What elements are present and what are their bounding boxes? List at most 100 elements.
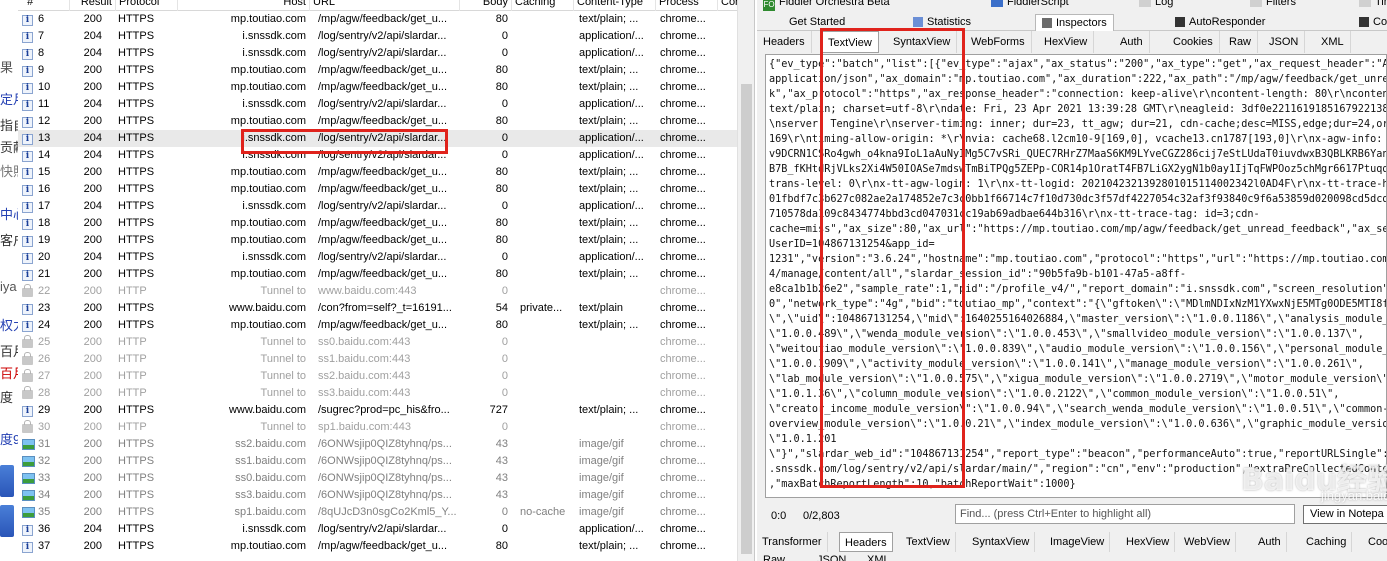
- session-row[interactable]: 32 200 HTTPS ss1.baidu.com/6ONWsjip0QIZ8tyh…: [18, 453, 754, 470]
- response-tab[interactable]: JSON: [817, 554, 846, 561]
- session-row[interactable]: i 15 200 HTTPS mp.toutiao.com/mp/agw/feedbac…: [18, 164, 754, 181]
- session-row[interactable]: i 17 204 HTTPS i.snssdk.com/log/sentry/v2/ap…: [18, 198, 754, 215]
- session-row[interactable]: 27 200 HTTP Tunnel to ss2.baidu.com:443 0 chro…: [18, 368, 754, 385]
- session-row[interactable]: 34 200 HTTPS ss3.baidu.com/6ONWsjip0QIZ8tyh…: [18, 487, 754, 504]
- request-tab[interactable]: Headers: [757, 31, 812, 53]
- body-text-line: 0","network_type":"4g","bid":"toutiao_mp…: [769, 299, 1387, 310]
- scrollbar-thumb[interactable]: [741, 84, 752, 554]
- info-icon: i: [22, 317, 36, 334]
- request-tab[interactable]: Auth: [1114, 31, 1150, 53]
- request-tab[interactable]: XML: [1315, 31, 1351, 53]
- request-tab[interactable]: TextView: [821, 31, 879, 53]
- session-content-type: text/plain; ...: [579, 404, 639, 416]
- session-row[interactable]: i 7 204 HTTPS i.snssdk.com/log/sentry/v2/api…: [18, 28, 754, 45]
- response-tab[interactable]: Auth: [1253, 532, 1287, 552]
- session-url: /8qUJcD3n0sgCo2Kml5_Y...: [318, 506, 457, 518]
- session-result: 200: [83, 64, 102, 76]
- response-tab[interactable]: Headers: [839, 532, 893, 552]
- response-tab[interactable]: SyntaxView: [967, 532, 1036, 552]
- session-row[interactable]: i 24 200 HTTPS mp.toutiao.com/mp/agw/feedbac…: [18, 317, 754, 334]
- session-num: 15: [38, 166, 51, 178]
- body-text-line: 710578da109c8434774bbd3cd047031cc19ab69a…: [769, 209, 1260, 220]
- col-header-caching[interactable]: Caching: [512, 0, 574, 11]
- session-row[interactable]: i 11 204 HTTPS i.snssdk.com/log/sentry/v2/ap…: [18, 96, 754, 113]
- session-content-type: [579, 368, 657, 385]
- session-row[interactable]: 35 200 HTTPS sp1.baidu.com/8qUJcD3n0sgCo2Km…: [18, 504, 754, 521]
- col-header-process[interactable]: Process: [656, 0, 718, 11]
- session-result: 200: [83, 81, 102, 93]
- session-url: /log/sentry/v2/api/slardar...: [318, 132, 447, 144]
- session-row[interactable]: i 9 200 HTTPS mp.toutiao.com/mp/agw/feedback…: [18, 62, 754, 79]
- request-tab[interactable]: Raw: [1223, 31, 1259, 53]
- sessions-scrollbar[interactable]: [737, 0, 754, 561]
- session-row[interactable]: i 23 200 HTTPS www.baidu.com/con?from=self?_…: [18, 300, 754, 317]
- info-icon: i: [22, 521, 36, 538]
- main-tab[interactable]: Get Started: [783, 14, 851, 31]
- response-tab[interactable]: Transformer: [757, 532, 828, 552]
- col-header-protocol[interactable]: Protocol: [116, 0, 178, 11]
- session-url: /mp/agw/feedback/get_u...: [318, 115, 448, 127]
- session-row[interactable]: 26 200 HTTP Tunnel to ss1.baidu.com:443 0 chro…: [18, 351, 754, 368]
- col-header-content-type[interactable]: Content-Type: [574, 0, 656, 11]
- find-input[interactable]: Find... (press Ctrl+Enter to highlight a…: [955, 504, 1295, 524]
- session-row[interactable]: i 21 200 HTTPS mp.toutiao.com/mp/agw/feedbac…: [18, 266, 754, 283]
- response-tab[interactable]: WebView: [1179, 532, 1237, 552]
- session-row[interactable]: i 14 204 HTTPS i.snssdk.com/log/sentry/v2/ap…: [18, 147, 754, 164]
- session-row[interactable]: i 19 200 HTTPS mp.toutiao.com/mp/agw/feedbac…: [18, 232, 754, 249]
- session-caching: [520, 521, 576, 538]
- session-row[interactable]: i 12 200 HTTPS mp.toutiao.com/mp/agw/feedbac…: [18, 113, 754, 130]
- session-row[interactable]: i 37 200 HTTPS mp.toutiao.com/mp/agw/feedbac…: [18, 538, 754, 555]
- main-tab[interactable]: Inspectors: [1035, 14, 1114, 31]
- session-caching: [520, 45, 576, 62]
- request-textview[interactable]: {"ev_type":"batch","list":[{"ev_type":"a…: [765, 54, 1387, 498]
- session-row[interactable]: i 20 204 HTTPS i.snssdk.com/log/sentry/v2/ap…: [18, 249, 754, 266]
- main-tab[interactable]: FO Fiddler Orchestra Beta: [757, 0, 896, 11]
- session-row[interactable]: i 6 200 HTTPS mp.toutiao.com/mp/agw/feedback…: [18, 11, 754, 28]
- session-row[interactable]: 33 200 HTTPS ss0.baidu.com/6ONWsjip0QIZ8tyh…: [18, 470, 754, 487]
- response-tab[interactable]: Cook: [1363, 532, 1387, 552]
- main-tab[interactable]: AutoResponder: [1169, 14, 1271, 31]
- main-tab[interactable]: Log: [1133, 0, 1179, 11]
- session-row[interactable]: i 10 200 HTTPS mp.toutiao.com/mp/agw/feedbac…: [18, 79, 754, 96]
- session-row[interactable]: i 18 200 HTTPS mp.toutiao.com/mp/agw/feedbac…: [18, 215, 754, 232]
- request-tab[interactable]: Cookies: [1167, 31, 1220, 53]
- response-tab[interactable]: XML: [867, 554, 890, 561]
- main-tab[interactable]: Filters: [1244, 0, 1302, 11]
- request-tab[interactable]: HexView: [1038, 31, 1095, 53]
- view-in-notepad-button[interactable]: View in Notepa: [1303, 505, 1387, 524]
- response-tab[interactable]: HexView: [1121, 532, 1176, 552]
- col-header-url[interactable]: URL: [310, 0, 460, 11]
- session-row[interactable]: i 29 200 HTTPS www.baidu.com/sugrec?prod=pc_…: [18, 402, 754, 419]
- session-row[interactable]: i 8 204 HTTPS i.snssdk.com/log/sentry/v2/api…: [18, 45, 754, 62]
- session-process: chrome...: [660, 234, 706, 246]
- tab-icon: [1359, 17, 1369, 27]
- col-header-host[interactable]: Host: [178, 0, 310, 11]
- response-tab[interactable]: TextView: [901, 532, 956, 552]
- col-header-comments[interactable]: Cor: [718, 0, 738, 11]
- session-row[interactable]: i 13 204 HTTPS i.snssdk.com/log/sentry/v2/ap…: [18, 130, 754, 147]
- session-url: /log/sentry/v2/api/slardar...: [318, 251, 447, 263]
- session-row[interactable]: 28 200 HTTP Tunnel to ss3.baidu.com:443 0 chro…: [18, 385, 754, 402]
- session-row[interactable]: 25 200 HTTP Tunnel to ss0.baidu.com:443 0 chro…: [18, 334, 754, 351]
- session-protocol: HTTPS: [118, 506, 155, 518]
- main-tab[interactable]: FiddlerScript: [985, 0, 1075, 11]
- col-header-body[interactable]: Body: [460, 0, 512, 11]
- session-row[interactable]: i 36 204 HTTPS i.snssdk.com/log/sentry/v2/ap…: [18, 521, 754, 538]
- col-header-result[interactable]: Result: [70, 0, 116, 11]
- col-header-num[interactable]: #: [18, 0, 70, 11]
- request-tab[interactable]: JSON: [1263, 31, 1306, 53]
- main-tab[interactable]: Comp: [1353, 14, 1387, 31]
- session-row[interactable]: 30 200 HTTP Tunnel to sp1.baidu.com:443 0 chro…: [18, 419, 754, 436]
- session-row[interactable]: 31 200 HTTPS ss2.baidu.com/6ONWsjip0QIZ8tyh…: [18, 436, 754, 453]
- main-tab[interactable]: Tim: [1353, 0, 1387, 11]
- sessions-grid[interactable]: # Result Protocol Host URL Body Caching …: [18, 0, 755, 561]
- session-row[interactable]: 22 200 HTTP Tunnel to www.baidu.com:443 0 chro…: [18, 283, 754, 300]
- session-row[interactable]: i 16 200 HTTPS mp.toutiao.com/mp/agw/feedbac…: [18, 181, 754, 198]
- request-tab[interactable]: SyntaxView: [887, 31, 958, 53]
- session-process: chrome...: [660, 319, 706, 331]
- main-tab[interactable]: Statistics: [907, 14, 977, 31]
- request-tab[interactable]: WebForms: [965, 31, 1032, 53]
- response-tab[interactable]: ImageView: [1045, 532, 1111, 552]
- response-tab[interactable]: Raw: [763, 554, 785, 561]
- response-tab[interactable]: Caching: [1301, 532, 1353, 552]
